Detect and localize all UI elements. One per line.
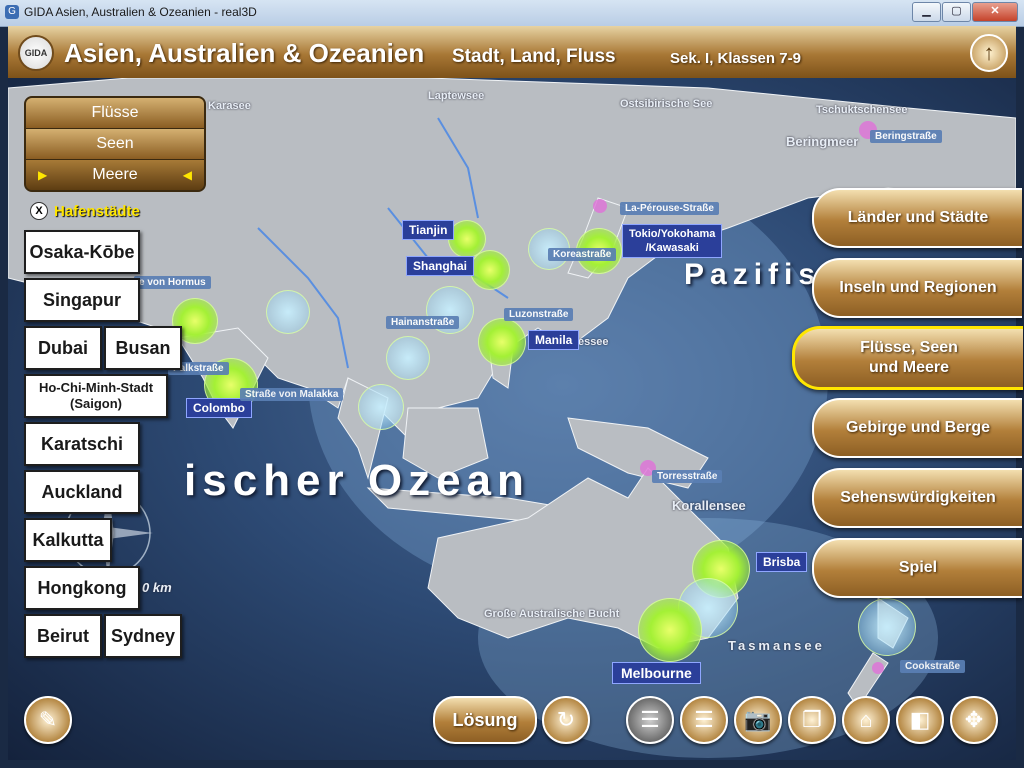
answer-card-singapur[interactable]: Singapur bbox=[24, 278, 140, 322]
move-button[interactable]: ✥ bbox=[950, 696, 998, 744]
strait-malakka: Straße von Malakka bbox=[240, 388, 344, 401]
app-subtitle: Stadt, Land, Fluss bbox=[452, 46, 616, 67]
window-titlebar: G GIDA Asien, Australien & Ozeanien - re… bbox=[0, 0, 1024, 27]
list-icon: ☰ bbox=[640, 707, 660, 732]
port-marker-manila[interactable] bbox=[478, 318, 526, 366]
nav-sehenswuerdigkeiten[interactable]: Sehenswürdigkeiten bbox=[812, 468, 1022, 528]
home-button[interactable]: ⌂ bbox=[842, 696, 890, 744]
label-pazifik: Pazifis bbox=[684, 258, 822, 291]
nav-fluesse-seen-meere[interactable]: Flüsse, Seen und Meere bbox=[792, 326, 1023, 390]
answer-card-busan[interactable]: Busan bbox=[104, 326, 182, 370]
city-tag-tokio: Tokio/Yokohama /Kawasaki bbox=[622, 224, 723, 258]
list-view-button[interactable]: ☰ bbox=[626, 696, 674, 744]
loesung-button[interactable]: Lösung bbox=[433, 696, 537, 744]
gida-logo: GIDA bbox=[18, 35, 54, 71]
close-button[interactable]: ✕ bbox=[972, 2, 1018, 22]
filter-panel: Flüsse Seen ▶ Meere ◀ bbox=[24, 96, 206, 192]
strait-cook: Cookstraße bbox=[900, 660, 966, 673]
app-icon: G bbox=[5, 5, 19, 19]
label-beringmeer: Beringmeer bbox=[786, 134, 859, 149]
port-marker-shanghai[interactable] bbox=[470, 250, 510, 290]
arrow-right-icon: ▶ bbox=[38, 168, 48, 182]
nav-inseln-und-regionen[interactable]: Inseln und Regionen bbox=[812, 258, 1022, 318]
maximize-button[interactable]: ▢ bbox=[942, 2, 971, 22]
port-marker-melbourne[interactable] bbox=[638, 598, 702, 662]
port-marker-saigon[interactable] bbox=[386, 336, 430, 380]
label-indischer-ozean: ischer Ozean bbox=[184, 456, 530, 505]
answer-card-kalkutta[interactable]: Kalkutta bbox=[24, 518, 112, 562]
arrow-left-icon: ◀ bbox=[182, 168, 192, 182]
camera-icon: 📷 bbox=[744, 707, 772, 732]
nav-laender-und-staedte[interactable]: Länder und Städte bbox=[812, 188, 1022, 248]
label-grosse-australische-bucht: Große Australische Bucht bbox=[484, 608, 620, 620]
strait-la-perouse: La-Pérouse-Straße bbox=[620, 202, 719, 215]
app-title: Asien, Australien & Ozeanien bbox=[64, 38, 425, 68]
strait-hormus: e von Hormus bbox=[134, 276, 211, 289]
copy-icon: ❐ bbox=[802, 707, 822, 732]
answer-card-beirut[interactable]: Beirut bbox=[24, 614, 102, 658]
list-active-icon: ☰ bbox=[694, 707, 714, 732]
filter-seen[interactable]: Seen bbox=[26, 129, 204, 160]
label-korallensee: Korallensee bbox=[672, 498, 746, 513]
answer-card-sydney[interactable]: Sydney bbox=[104, 614, 182, 658]
city-tag-tianjin: Tianjin bbox=[402, 220, 455, 240]
nav-spiel[interactable]: Spiel bbox=[812, 538, 1022, 598]
city-tag-colombo: Colombo bbox=[186, 398, 252, 418]
notes-icon: ✎ bbox=[38, 707, 58, 732]
strait-torres: Torresstraße bbox=[652, 470, 723, 483]
window-icon: ◧ bbox=[909, 707, 931, 732]
filter-meere[interactable]: ▶ Meere ◀ bbox=[26, 160, 204, 190]
window-toggle-button[interactable]: ◧ bbox=[896, 696, 944, 744]
reset-icon: ↻ bbox=[556, 707, 576, 732]
label-scale: 0 km bbox=[142, 580, 172, 595]
category-label: Hafenstädte bbox=[54, 202, 140, 220]
window-title: GIDA Asien, Australien & Ozeanien - real… bbox=[24, 5, 257, 19]
category-close-icon[interactable]: X bbox=[30, 202, 48, 220]
answer-card-hongkong[interactable]: Hongkong bbox=[24, 566, 140, 610]
label-tasmansee: Tasmansee bbox=[728, 638, 825, 653]
answer-card-dubai[interactable]: Dubai bbox=[24, 326, 102, 370]
strait-korea: Koreastraße bbox=[548, 248, 617, 261]
answer-card-karatschi[interactable]: Karatschi bbox=[24, 422, 140, 466]
list-active-button[interactable]: ☰ bbox=[680, 696, 728, 744]
port-marker-singapur[interactable] bbox=[358, 384, 404, 430]
strait-hainan: Hainanstraße bbox=[386, 316, 460, 329]
filter-fluesse[interactable]: Flüsse bbox=[26, 98, 204, 129]
window-controls: ▁ ▢ ✕ bbox=[911, 2, 1018, 22]
up-arrow-button[interactable]: ↑ bbox=[970, 34, 1008, 72]
port-marker-auckland[interactable] bbox=[858, 598, 916, 656]
nav-gebirge-und-berge[interactable]: Gebirge und Berge bbox=[812, 398, 1022, 458]
label-beringstrasse: Beringstraße bbox=[870, 130, 942, 143]
app-header: GIDA Asien, Australien & Ozeanien Stadt,… bbox=[8, 26, 1016, 80]
city-tag-brisbane: Brisba bbox=[756, 552, 808, 572]
notes-button[interactable]: ✎ bbox=[24, 696, 72, 744]
answer-card-osaka[interactable]: Osaka-Kōbe bbox=[24, 230, 140, 274]
category-header: X Hafenstädte bbox=[30, 202, 140, 220]
minimize-button[interactable]: ▁ bbox=[912, 2, 941, 22]
app-level: Sek. I, Klassen 7-9 bbox=[670, 50, 801, 67]
city-tag-melbourne: Melbourne bbox=[612, 662, 701, 684]
filter-meere-label: Meere bbox=[92, 166, 138, 183]
label-karasee: Karasee bbox=[208, 100, 251, 112]
label-ostsibirische-see: Ostsibirische See bbox=[620, 98, 713, 110]
strait-luzon: Luzonstraße bbox=[504, 308, 574, 321]
label-tschuktschensee: Tschuktschensee bbox=[816, 104, 908, 116]
port-marker-kalkutta[interactable] bbox=[266, 290, 310, 334]
reset-button[interactable]: ↻ bbox=[542, 696, 590, 744]
label-laptewsee: Laptewsee bbox=[428, 90, 485, 102]
answer-card-auckland[interactable]: Auckland bbox=[24, 470, 140, 514]
answer-card-ho-chi-minh[interactable]: Ho-Chi-Minh-Stadt (Saigon) bbox=[24, 374, 168, 418]
camera-button[interactable]: 📷 bbox=[734, 696, 782, 744]
city-tag-shanghai: Shanghai bbox=[406, 256, 475, 276]
city-tag-manila: Manila bbox=[528, 330, 580, 350]
move-icon: ✥ bbox=[964, 707, 984, 732]
copy-button[interactable]: ❐ bbox=[788, 696, 836, 744]
home-icon: ⌂ bbox=[859, 707, 873, 732]
